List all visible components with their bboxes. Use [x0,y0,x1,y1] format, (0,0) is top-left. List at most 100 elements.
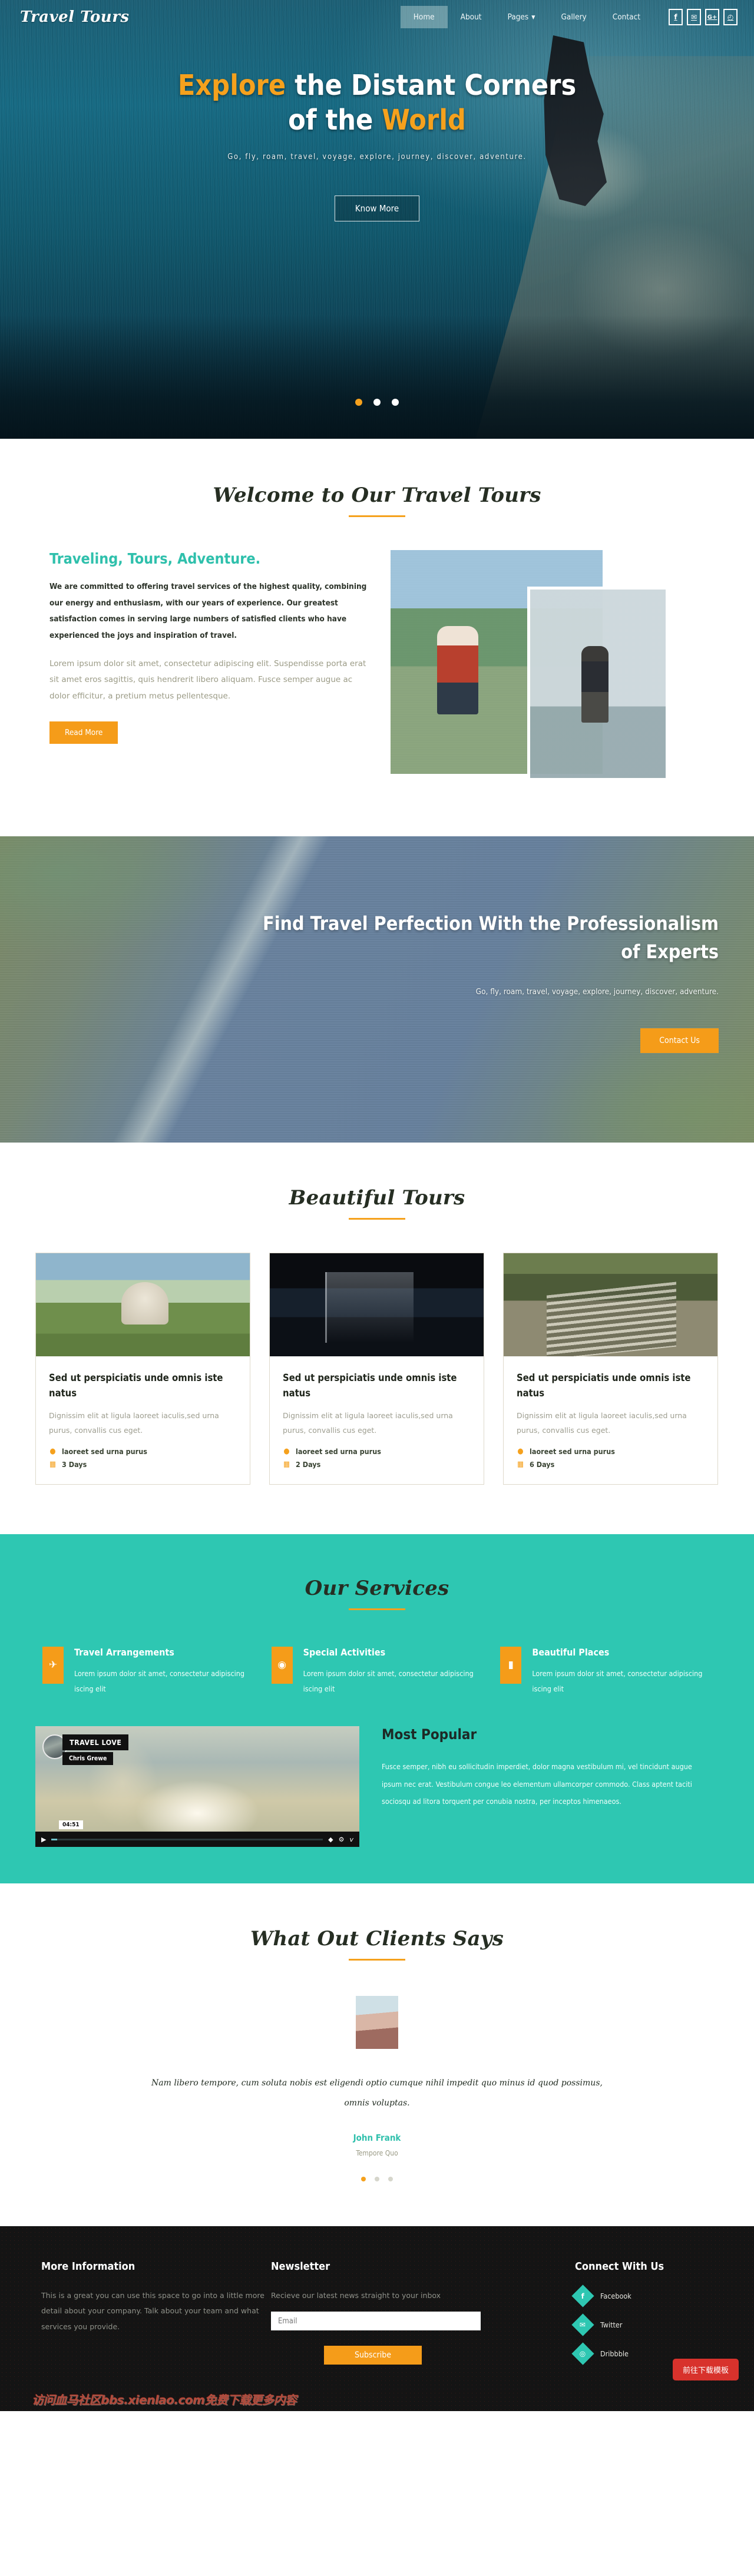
footer-social-label: Twitter [600,2320,623,2329]
suitcase-icon: ▮ [500,1646,522,1684]
facebook-glyph: f [581,2292,585,2300]
nav-item-about[interactable]: About [448,6,495,28]
tour-card-title: Sed ut perspiciatis unde omnis iste natu… [49,1372,223,1399]
footer-social-label: Facebook [600,2291,631,2300]
tour-card-image [36,1253,250,1356]
service-text: Travel Arrangements Lorem ipsum dolor si… [74,1647,254,1697]
facebook-icon[interactable]: f [669,9,683,25]
know-more-button[interactable]: Know More [334,196,420,222]
nav-item-pages[interactable]: Pages ▼ [495,6,548,28]
testimonial-author-role: Tempore Quo [356,2148,398,2157]
testimonial-quote: Nam libero tempore, cum soluta nobis est… [151,2078,603,2108]
nav-item-gallery[interactable]: Gallery [548,6,599,28]
tour-card-duration: ▦ 2 Days [283,1460,471,1469]
site-header: Travel Tours Home About Pages ▼ Gallery C… [0,0,754,34]
footer-more-information: More Information This is a great you can… [35,2260,271,2375]
play-icon[interactable]: ▶ [41,1836,46,1843]
tour-card-location: ● laoreet sed urna purus [283,1447,471,1456]
twitter-icon[interactable]: ✉ [687,9,701,25]
parallax-subtitle: Go, fly, roam, travel, voyage, explore, … [475,987,719,996]
main-navigation: Home About Pages ▼ Gallery Contact [400,6,653,28]
tours-wrapper: Beautiful Tours Sed ut perspiciatis unde… [35,1186,719,1485]
hero-title-text-1: the Distant Corners [286,69,577,102]
most-popular-row: TRAVEL LOVE Chris Grewe 04:51 ▶ ◆ ⚙ v Mo… [35,1726,719,1883]
airplane-icon: ✈ [42,1646,64,1684]
tours-section: Beautiful Tours Sed ut perspiciatis unde… [0,1143,754,1534]
parallax-title: Find Travel Perfection With the Professi… [165,909,719,966]
twitter-icon: ✉ [571,2313,594,2336]
welcome-grid: Traveling, Tours, Adventure. We are comm… [35,550,719,797]
services-heading: Our Services [35,1577,719,1610]
heading-underline [349,1608,405,1610]
footer-social-label: Dribbble [600,2349,629,2358]
footer-wrapper: More Information This is a great you can… [35,2260,719,2375]
hero-content: Explore the Distant Corners of the World… [0,34,754,222]
airplane-glyph: ✈ [48,1659,58,1671]
service-item: ▮ Beautiful Places Lorem ipsum dolor sit… [500,1646,712,1697]
calendar-icon: ▦ [49,1459,57,1469]
gear-icon[interactable]: ⚙ [339,1836,345,1843]
vimeo-logo-icon[interactable]: v [349,1836,353,1843]
chevron-down-icon: ▼ [531,15,535,21]
testimonial-dot-1[interactable] [361,2176,366,2181]
service-text: Special Activities Lorem ipsum dolor sit… [303,1647,483,1697]
footer-more-info-title: More Information [41,2260,135,2273]
hero-gradient-overlay [0,315,754,439]
tour-duration-label: 2 Days [296,1459,321,1469]
dribbble-icon: ◎ [571,2342,594,2365]
contact-us-button[interactable]: Contact Us [640,1028,719,1053]
volume-icon[interactable]: ◆ [328,1836,333,1843]
page-root: Travel Tours Home About Pages ▼ Gallery C… [0,0,754,2411]
footer-newsletter-text: Recieve our latest news straight to your… [271,2290,441,2300]
service-description: Lorem ipsum dolor sit amet, consectetur … [303,1668,474,1694]
hero-title-text-2: of the [288,103,382,137]
tour-card-image [504,1253,717,1356]
nav-label: Gallery [561,12,587,22]
nav-label: Contact [612,12,640,22]
nav-item-contact[interactable]: Contact [600,6,653,28]
slider-dot-2[interactable] [373,399,381,406]
rss-glyph: ◴ [727,13,734,21]
parallax-content: Find Travel Perfection With the Professi… [35,836,719,1053]
watermark-text: 访问血马社区bbs.xienlao.com免费下载更多内容 [32,2392,297,2407]
tour-card[interactable]: Sed ut perspiciatis unde omnis iste natu… [269,1253,484,1485]
download-template-button[interactable]: 前往下载模板 [672,2358,739,2380]
site-logo[interactable]: Travel Tours [16,8,130,26]
footer-link-twitter[interactable]: ✉ Twitter [571,2313,719,2336]
testimonial-dot-3[interactable] [388,2176,393,2181]
subscribe-button[interactable]: Subscribe [324,2346,422,2365]
testimonials-wrapper: What Out Clients Says Nam libero tempore… [35,1927,719,2183]
video-title-badge: TRAVEL LOVE [62,1734,129,1751]
header-social-links: f ✉ G+ ◴ [669,9,738,25]
heading-underline [349,1959,405,1961]
tour-card[interactable]: Sed ut perspiciatis unde omnis iste natu… [35,1253,250,1485]
service-title: Travel Arrangements [74,1646,174,1658]
tour-card[interactable]: Sed ut perspiciatis unde omnis iste natu… [503,1253,718,1485]
globe-icon: ◉ [271,1646,293,1684]
rss-icon[interactable]: ◴ [723,9,738,25]
calendar-icon: ▦ [283,1459,290,1469]
testimonial-dot-2[interactable] [375,2176,379,2181]
video-progress-scrubber[interactable] [51,1838,323,1840]
email-field[interactable] [271,2312,481,2331]
welcome-heading: Welcome to Our Travel Tours [35,484,719,517]
video-controls-bar: ▶ ◆ ⚙ v [35,1832,359,1847]
nav-label: Pages [507,12,529,22]
google-plus-icon[interactable]: G+ [705,9,719,25]
globe-glyph: ◉ [277,1659,287,1671]
page-title: Welcome to Our Travel Tours [213,484,541,507]
most-popular-description: Fusce semper, nibh eu sollicitudin imper… [382,1762,692,1806]
video-player[interactable]: TRAVEL LOVE Chris Grewe 04:51 ▶ ◆ ⚙ v [35,1726,359,1847]
tour-card-title: Sed ut perspiciatis unde omnis iste natu… [283,1372,457,1399]
tour-card-body: Sed ut perspiciatis unde omnis iste natu… [504,1356,717,1484]
nav-item-home[interactable]: Home [400,6,448,28]
parallax-title-line2: of Experts [621,941,719,963]
service-title: Special Activities [303,1646,386,1658]
slider-dot-3[interactable] [392,399,399,406]
tour-location-label: laoreet sed urna purus [62,1446,147,1456]
slider-dot-1[interactable] [355,399,362,406]
tour-card-text: Dignissim elit at ligula laoreet iaculis… [49,1411,219,1435]
footer-link-facebook[interactable]: f Facebook [571,2284,719,2307]
read-more-button[interactable]: Read More [49,721,118,744]
tours-title: Beautiful Tours [289,1186,465,1210]
